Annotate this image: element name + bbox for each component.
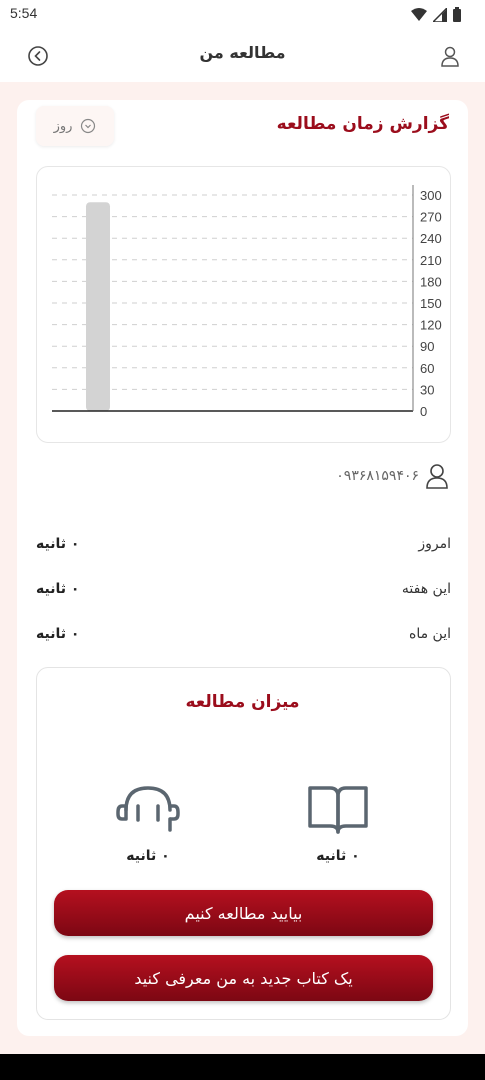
- page-title: مطالعه من: [199, 43, 286, 62]
- listening-value: ۰ ثانیه: [126, 848, 170, 864]
- y-tick-label: 0: [420, 404, 427, 419]
- stat-row-today: امروز ۰ ثانیه: [36, 536, 451, 558]
- chart-svg: 0 30 60 90 120 150 180 210 240 270 300: [52, 185, 442, 419]
- stat-row-week: این هفته ۰ ثانیه: [36, 581, 451, 603]
- reading-metric: ۰ ثانیه: [288, 784, 388, 864]
- user-icon: [441, 46, 459, 67]
- wifi-icon: [411, 7, 427, 21]
- app-bar: مطالعه من: [0, 30, 485, 82]
- stat-value: ۰ ثانیه: [36, 626, 80, 642]
- status-time: 5:54: [10, 5, 38, 21]
- period-dropdown[interactable]: روز: [36, 106, 114, 146]
- y-tick-label: 90: [420, 339, 434, 354]
- stat-row-month: این ماه ۰ ثانیه: [36, 626, 451, 648]
- reading-amount-title: میزان مطالعه: [185, 692, 300, 712]
- reading-value: ۰ ثانیه: [316, 848, 360, 864]
- start-reading-button[interactable]: بیایید مطالعه کنیم: [54, 890, 433, 936]
- y-tick-label: 60: [420, 361, 434, 376]
- user-icon: [426, 464, 448, 489]
- headphones-icon: [116, 786, 180, 832]
- user-row: ۰۹۳۶۸۱۵۹۴۰۶: [336, 463, 449, 489]
- stat-value: ۰ ثانیه: [36, 536, 80, 552]
- navigation-bar: [0, 1054, 485, 1080]
- chart-bar: [86, 202, 110, 411]
- y-tick-label: 30: [420, 382, 434, 397]
- y-tick-label: 150: [420, 296, 442, 311]
- reading-time-chart: 0 30 60 90 120 150 180 210 240 270 300: [36, 166, 451, 443]
- y-tick-label: 300: [420, 188, 442, 203]
- status-icons: [411, 7, 461, 22]
- y-tick-label: 270: [420, 210, 442, 225]
- signal-icon: [433, 7, 447, 22]
- y-tick-label: 240: [420, 231, 442, 246]
- battery-icon: [453, 7, 461, 22]
- book-icon: [308, 786, 368, 834]
- report-title: گزارش زمان مطالعه: [276, 114, 449, 134]
- user-phone: ۰۹۳۶۸۱۵۹۴۰۶: [336, 468, 419, 484]
- stat-value: ۰ ثانیه: [36, 581, 80, 597]
- period-label: روز: [53, 118, 73, 134]
- y-tick-label: 120: [420, 318, 442, 333]
- stat-label: این هفته: [401, 581, 451, 597]
- status-bar: 5:54: [0, 0, 485, 30]
- y-tick-label: 210: [420, 253, 442, 268]
- stat-label: امروز: [418, 536, 451, 552]
- y-tick-label: 180: [420, 274, 442, 289]
- chevron-down-icon: [81, 118, 96, 134]
- stat-label: این ماه: [409, 626, 451, 642]
- listening-metric: ۰ ثانیه: [98, 784, 198, 864]
- profile-button[interactable]: [437, 43, 463, 69]
- recommend-book-button[interactable]: یک کتاب جدید به من معرفی کنید: [54, 955, 433, 1001]
